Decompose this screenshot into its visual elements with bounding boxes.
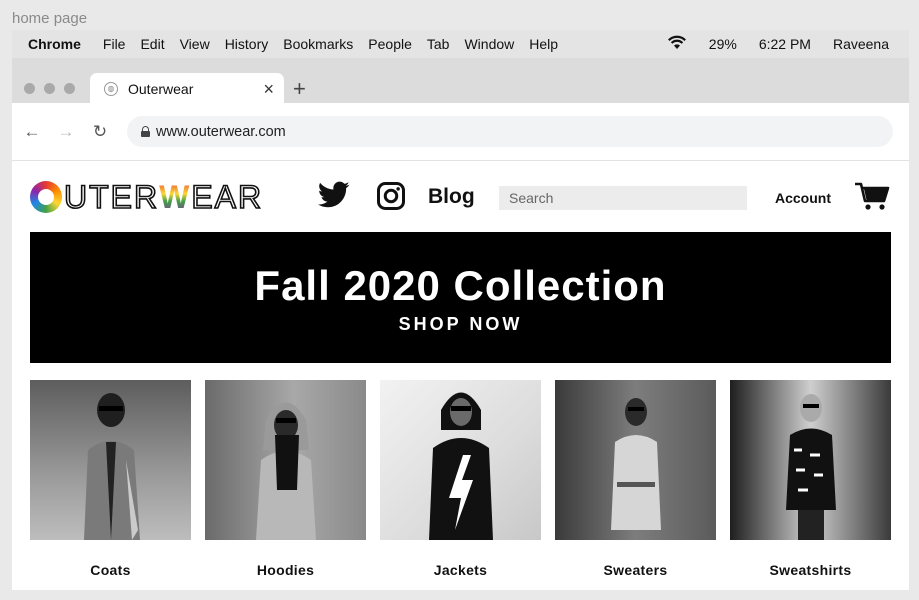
logo-letter: E [191,178,215,216]
close-icon[interactable]: × [263,80,274,98]
tab-strip: ◍ Outerwear × + [12,58,909,104]
logo-letter: U [63,178,90,216]
maximize-window-button[interactable] [64,83,75,94]
menu-window[interactable]: Window [464,36,514,52]
battery-percent[interactable]: 29% [709,36,737,52]
logo-letter: R [237,178,264,216]
category-label[interactable]: Hoodies [205,562,366,578]
menu-view[interactable]: View [180,36,210,52]
category-sweatshirts[interactable]: Sweatshirts [730,380,891,578]
sweaters-photo[interactable] [555,380,716,540]
logo-letter-w-rainbow: W [159,178,192,215]
user-name[interactable]: Raveena [833,36,889,52]
outerwear-logo[interactable]: U T E R W E A R [30,177,263,217]
category-jackets[interactable]: Jackets [380,380,541,578]
hero-title: Fall 2020 Collection [254,262,667,309]
lock-icon [141,126,150,137]
category-grid: Coats Hoodies Jackets Sweaters Sweatshir… [30,380,891,578]
close-window-button[interactable] [24,83,35,94]
menu-tab[interactable]: Tab [427,36,450,52]
shop-now-link[interactable]: SHOP NOW [30,314,891,335]
menu-edit[interactable]: Edit [140,36,164,52]
search-input[interactable] [499,186,747,210]
hoodies-photo[interactable] [205,380,366,540]
blog-link[interactable]: Blog [428,185,475,209]
coats-photo[interactable] [30,380,191,540]
window-controls [24,83,84,94]
page-label: home page [12,10,88,27]
clock[interactable]: 6:22 PM [759,36,811,52]
category-coats[interactable]: Coats [30,380,191,578]
back-arrow-icon[interactable]: ← [15,122,49,142]
category-label[interactable]: Coats [30,562,191,578]
logo-letter: R [133,178,160,216]
forward-arrow-icon[interactable]: → [49,122,83,142]
menu-help[interactable]: Help [529,36,558,52]
new-tab-button[interactable]: + [293,76,306,102]
account-link[interactable]: Account [775,190,831,206]
menu-file[interactable]: File [103,36,126,52]
category-sweaters[interactable]: Sweaters [555,380,716,578]
twitter-icon[interactable] [317,181,350,214]
wifi-icon[interactable] [667,35,687,53]
logo-letter: T [88,178,111,216]
globe-icon: ◍ [104,81,118,96]
logo-letter: A [214,178,238,216]
address-bar[interactable]: www.outerwear.com [127,116,893,147]
browser-window: ◍ Outerwear × + ← → ↻ www.outerwear.com … [12,58,909,590]
tab-title: Outerwear [128,80,194,97]
outerwear-site: U T E R W E A R Blog Account Fall 2020 C… [12,161,909,589]
cart-icon[interactable] [854,181,890,216]
category-label[interactable]: Sweaters [555,562,716,578]
logo-letters: U T E R W E A R [63,178,264,216]
jackets-photo[interactable] [380,380,541,540]
menu-people[interactable]: People [368,36,412,52]
logo-letter: E [110,178,134,216]
sweatshirts-photo[interactable] [730,380,891,540]
app-menu-chrome[interactable]: Chrome [28,36,81,52]
url-text: www.outerwear.com [156,123,286,140]
category-label[interactable]: Jackets [380,562,541,578]
category-label[interactable]: Sweatshirts [730,562,891,578]
menu-bookmarks[interactable]: Bookmarks [283,36,353,52]
menu-history[interactable]: History [225,36,269,52]
macos-menubar: Chrome File Edit View History Bookmarks … [12,30,909,58]
hero-banner[interactable]: Fall 2020 Collection SHOP NOW [30,232,891,363]
tab-outerwear[interactable]: ◍ Outerwear × [90,73,284,104]
minimize-window-button[interactable] [44,83,55,94]
browser-toolbar: ← → ↻ www.outerwear.com [12,103,909,161]
rainbow-o-logo-icon [30,181,62,213]
instagram-icon[interactable] [376,181,406,216]
reload-icon[interactable]: ↻ [83,122,117,142]
category-hoodies[interactable]: Hoodies [205,380,366,578]
